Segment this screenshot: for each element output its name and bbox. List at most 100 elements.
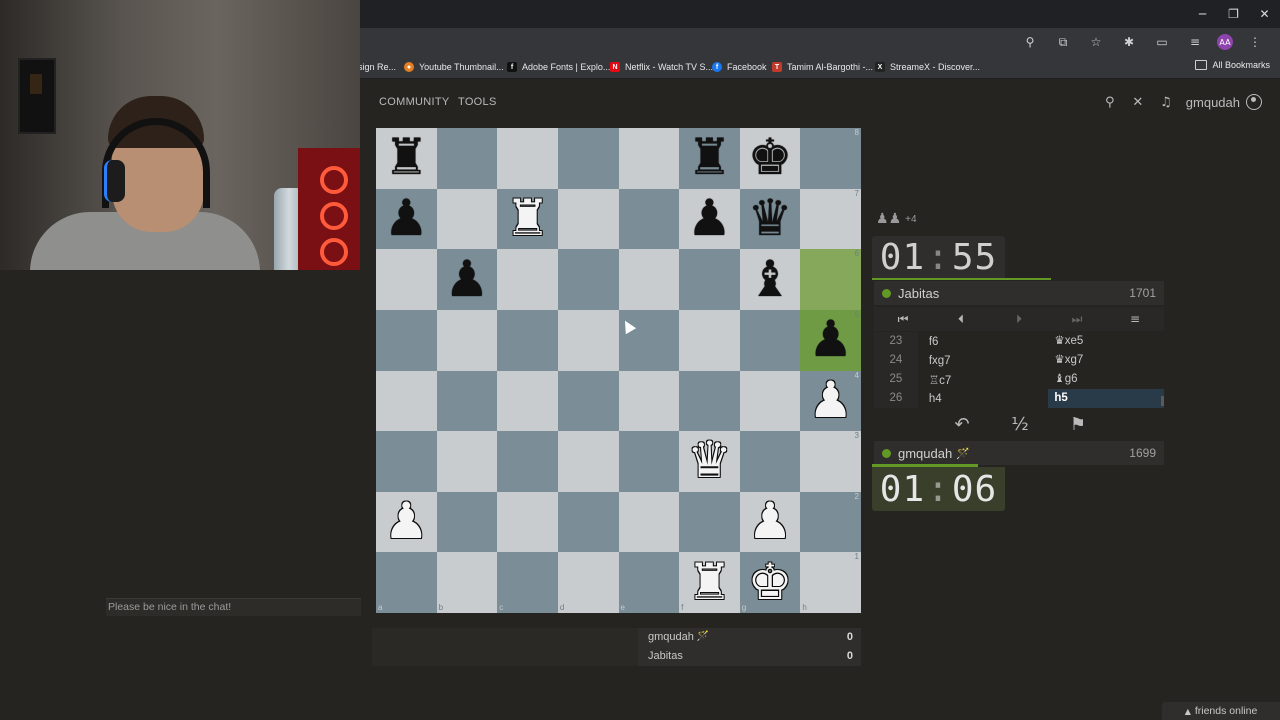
bookmark-item[interactable]: X StreameX - Discover... xyxy=(875,60,980,74)
minimize-button[interactable]: ─ xyxy=(1187,0,1218,28)
square-e1[interactable]: e xyxy=(618,552,680,613)
square-f4[interactable] xyxy=(679,370,740,432)
square-f2[interactable] xyxy=(679,491,740,553)
black-move[interactable]: ♛xg7 xyxy=(1048,351,1164,370)
square-b8[interactable] xyxy=(436,128,498,189)
square-h5[interactable]: ♟ 5 xyxy=(800,309,861,371)
white-rook-piece[interactable]: ♜ xyxy=(505,193,550,243)
square-g8[interactable]: ♚ xyxy=(739,128,801,189)
media-icon[interactable]: ≡ xyxy=(1184,31,1206,53)
square-d2[interactable] xyxy=(557,491,619,553)
white-queen-piece[interactable]: ♛ xyxy=(687,435,732,485)
black-pawn-piece[interactable]: ♟ xyxy=(384,193,429,243)
square-d6[interactable] xyxy=(557,249,619,310)
black-pawn-piece[interactable]: ♟ xyxy=(808,314,853,364)
bookmark-item[interactable]: T Tamim Al-Bargothi -... xyxy=(772,60,873,74)
square-c3[interactable] xyxy=(497,431,558,492)
square-a2[interactable]: ♟ xyxy=(376,491,437,553)
square-e7[interactable] xyxy=(618,188,680,250)
chess-board[interactable]: ♜ ♜ ♚ 8 ♟ ♜ ♟ ♛ 7 ♟ ♝ 6 ♟ 5 ♟ 4 ♛ 3 ♟ ♟ 2 a b c d e ♜ f ♚ g 1 h xyxy=(376,128,861,613)
next-move-icon[interactable]: ⏵ xyxy=(990,312,1048,327)
white-move[interactable]: f6 xyxy=(918,336,1049,348)
extensions-icon[interactable]: ✱ xyxy=(1118,31,1140,53)
square-f6[interactable] xyxy=(679,249,740,310)
square-h4[interactable]: ♟ 4 xyxy=(800,370,861,432)
bookmark-item[interactable]: N Netflix - Watch TV S... xyxy=(610,60,713,74)
black-rook-piece[interactable]: ♜ xyxy=(384,132,429,182)
square-a4[interactable] xyxy=(376,370,437,432)
friends-online-button[interactable]: ▲ friends online xyxy=(1162,702,1280,720)
bookmark-item[interactable]: f Adobe Fonts | Explo... xyxy=(507,60,610,74)
square-a3[interactable] xyxy=(376,431,437,492)
profile-avatar[interactable]: AA xyxy=(1217,34,1233,50)
square-b1[interactable]: b xyxy=(436,552,498,613)
my-name[interactable]: gmqudah xyxy=(898,446,952,461)
bookmark-item[interactable]: f Facebook xyxy=(712,60,767,74)
nav-community[interactable]: COMMUNITY xyxy=(379,96,450,108)
score-player-name[interactable]: gmqudah xyxy=(648,631,694,643)
white-move[interactable]: fxg7 xyxy=(918,355,1049,367)
star-icon[interactable]: ☆ xyxy=(1085,31,1107,53)
square-a1[interactable]: a xyxy=(376,552,437,613)
square-g7[interactable]: ♛ xyxy=(739,188,801,250)
search-icon[interactable]: ⚲ xyxy=(1102,94,1118,110)
white-pawn-piece[interactable]: ♟ xyxy=(808,375,853,425)
reading-mode-icon[interactable]: ▭ xyxy=(1151,31,1173,53)
prev-move-icon[interactable]: ⏴ xyxy=(932,312,990,327)
square-g6[interactable]: ♝ xyxy=(739,249,801,310)
white-pawn-piece[interactable]: ♟ xyxy=(748,496,793,546)
square-e3[interactable] xyxy=(618,431,680,492)
white-pawn-piece[interactable]: ♟ xyxy=(384,496,429,546)
close-window-button[interactable]: ✕ xyxy=(1249,0,1280,28)
black-move[interactable]: ♛xe5 xyxy=(1048,332,1164,351)
square-c2[interactable] xyxy=(497,491,558,553)
square-b4[interactable] xyxy=(436,370,498,432)
black-bishop-piece[interactable]: ♝ xyxy=(748,254,793,304)
bookmark-item[interactable]: sign Re... xyxy=(358,60,396,74)
square-f5[interactable] xyxy=(679,309,740,371)
square-f8[interactable]: ♜ xyxy=(679,128,740,189)
square-h2[interactable]: 2 xyxy=(800,491,861,553)
black-king-piece[interactable]: ♚ xyxy=(748,132,793,182)
square-d5[interactable] xyxy=(557,309,619,371)
square-h7[interactable]: 7 xyxy=(800,188,861,250)
square-g3[interactable] xyxy=(739,431,801,492)
bell-icon[interactable]: ♫ xyxy=(1158,94,1174,110)
square-e2[interactable] xyxy=(618,491,680,553)
black-queen-piece[interactable]: ♛ xyxy=(748,193,793,243)
square-a5[interactable] xyxy=(376,309,437,371)
white-king-piece[interactable]: ♚ xyxy=(748,557,793,607)
black-pawn-piece[interactable]: ♟ xyxy=(687,193,732,243)
hamburger-menu-icon[interactable]: ≡ xyxy=(1106,312,1164,326)
square-f1[interactable]: ♜ f xyxy=(679,552,740,613)
zoom-icon[interactable]: ⚲ xyxy=(1019,31,1041,53)
square-f7[interactable]: ♟ xyxy=(679,188,740,250)
nav-tools[interactable]: TOOLS xyxy=(458,96,497,108)
resign-flag-icon[interactable]: ⚑ xyxy=(1066,412,1090,436)
square-c4[interactable] xyxy=(497,370,558,432)
username-link[interactable]: gmqudah xyxy=(1186,95,1240,110)
square-d3[interactable] xyxy=(557,431,619,492)
last-move-icon[interactable]: ⏭ xyxy=(1048,312,1106,327)
square-d1[interactable]: d xyxy=(557,552,619,613)
all-bookmarks-button[interactable]: All Bookmarks xyxy=(1195,60,1270,70)
square-d8[interactable] xyxy=(557,128,619,189)
chat-input[interactable]: Please be nice in the chat! xyxy=(106,598,361,616)
square-a6[interactable] xyxy=(376,249,437,310)
maximize-button[interactable]: ❐ xyxy=(1218,0,1249,28)
square-a7[interactable]: ♟ xyxy=(376,188,437,250)
opponent-name[interactable]: Jabitas xyxy=(898,286,939,301)
draw-offer-icon[interactable]: ½ xyxy=(1008,412,1032,436)
first-move-icon[interactable]: ⏮ xyxy=(874,312,932,327)
white-move[interactable]: h4 xyxy=(918,393,1049,405)
square-h1[interactable]: 1h xyxy=(800,552,861,613)
square-g5[interactable] xyxy=(739,309,801,371)
square-a8[interactable]: ♜ xyxy=(376,128,437,189)
square-b3[interactable] xyxy=(436,431,498,492)
square-d7[interactable] xyxy=(557,188,619,250)
square-e4[interactable] xyxy=(618,370,680,432)
takeback-icon[interactable]: ↶ xyxy=(950,412,974,436)
install-icon[interactable]: ⧉ xyxy=(1052,31,1074,53)
square-c7[interactable]: ♜ xyxy=(497,188,558,250)
square-b6[interactable]: ♟ xyxy=(436,249,498,310)
